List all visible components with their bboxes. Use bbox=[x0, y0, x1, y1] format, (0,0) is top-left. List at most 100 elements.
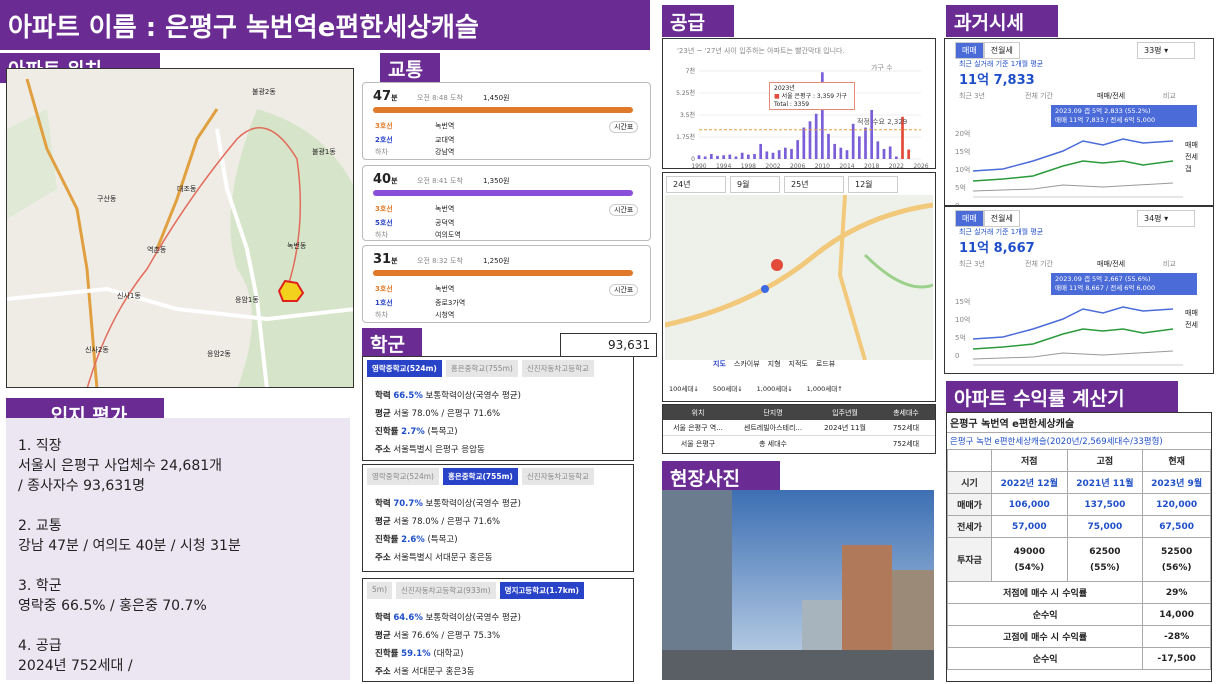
supply-bar[interactable] bbox=[728, 154, 732, 159]
supply-bar[interactable] bbox=[839, 147, 843, 159]
price-tab-sale[interactable]: 매매 bbox=[955, 42, 984, 59]
price-tab-sale[interactable]: 매매 bbox=[955, 210, 984, 227]
tooltip-line: ■ 서울 은평구 : 3,359 가구 bbox=[774, 93, 848, 100]
supply-bar[interactable] bbox=[777, 150, 781, 159]
map-tab[interactable]: 지형 bbox=[768, 359, 781, 369]
supply-bar[interactable] bbox=[759, 143, 763, 159]
page-title-text: 아파트 이름 : 은평구 녹번역e편한세상캐슬 bbox=[8, 12, 479, 43]
school-tab[interactable]: 신진자동차고등학교 bbox=[521, 468, 594, 485]
supply-bar[interactable] bbox=[894, 156, 898, 159]
map-tab[interactable]: 지도 bbox=[713, 359, 726, 369]
filter-from-month[interactable]: 9월 bbox=[730, 176, 780, 193]
school-tab[interactable]: 홍은중학교(755m) bbox=[445, 360, 518, 377]
eval-line: 1. 직장 bbox=[18, 438, 62, 454]
supply-bar[interactable] bbox=[827, 133, 830, 159]
supply-bar[interactable] bbox=[703, 156, 707, 159]
supply-bar[interactable] bbox=[857, 136, 861, 159]
supply-bar[interactable] bbox=[833, 143, 837, 159]
school-tab[interactable]: 영락중학교(524m) bbox=[367, 360, 442, 377]
price-tab-rent[interactable]: 전월세 bbox=[983, 42, 1020, 59]
school-tab[interactable]: 홍은중학교(755m) bbox=[442, 468, 518, 485]
supply-bar[interactable] bbox=[802, 127, 806, 159]
period-tab[interactable]: 전체 기간 bbox=[1025, 259, 1053, 269]
supply-bar[interactable] bbox=[765, 151, 769, 159]
past-price-header: 과거시세 bbox=[946, 5, 1058, 37]
table-row[interactable]: 서울 은평구 역... 센트레빌아스테리... 2024년 11월 752세대 bbox=[663, 420, 935, 436]
size-select[interactable]: 33평 ▾ bbox=[1137, 42, 1195, 59]
mode-tab[interactable]: 비교 bbox=[1163, 259, 1176, 269]
supply-bar[interactable] bbox=[722, 155, 726, 159]
tooltip-total: Total : 3359 bbox=[774, 101, 810, 108]
transport-header: 교통 bbox=[380, 53, 440, 83]
mode-tab[interactable]: 비교 bbox=[1163, 91, 1176, 101]
legend-item: 1,000세대↓ bbox=[756, 385, 793, 393]
supply-bar[interactable] bbox=[851, 123, 855, 159]
size-select[interactable]: 34평 ▾ bbox=[1137, 210, 1195, 227]
school-tab[interactable]: 명지고등학교(1.7km) bbox=[499, 582, 584, 599]
route-card[interactable]: 47분 오전 8:48 도착 1,450원 3호선 녹번역 시간표 2호선 교대… bbox=[362, 82, 651, 160]
map-tab[interactable]: 로드뷰 bbox=[816, 359, 835, 369]
route-stop1: 녹번역 bbox=[435, 122, 455, 130]
school-rate: 학력 70.7% 보통학력이상(국영수 평균) bbox=[375, 499, 521, 509]
filter-to-month[interactable]: 12월 bbox=[848, 176, 898, 193]
supply-bar[interactable] bbox=[864, 127, 867, 159]
school-tab[interactable]: 5m) bbox=[367, 582, 393, 599]
school-tab[interactable]: 영락중학교(524m) bbox=[367, 468, 439, 485]
x-tick-label: 2006 bbox=[790, 163, 805, 169]
supply-bar[interactable] bbox=[814, 113, 818, 159]
supply-table-head: 위치 단지명 입주년월 총세대수 bbox=[663, 405, 935, 420]
supply-bar[interactable] bbox=[845, 150, 849, 159]
price-legend: 매매 전세 bbox=[1185, 309, 1198, 329]
supply-chart[interactable]: 0 1.75천 3.5천 5.25천 7천 1990 1994 1998 2002 2006 201… bbox=[663, 53, 936, 169]
period-tab[interactable]: 최근 3년 bbox=[959, 259, 985, 269]
supply-bar[interactable] bbox=[740, 152, 744, 159]
evaluation-box: 1. 직장 서울시 은평구 사업체수 24,681개 / 종사자수 93,631… bbox=[6, 418, 350, 680]
filter-from-year[interactable]: 24년 bbox=[666, 176, 726, 193]
supply-bar[interactable] bbox=[697, 155, 701, 159]
price-chart[interactable] bbox=[973, 289, 1183, 367]
school-tab[interactable]: 신진자동차고등학교 bbox=[521, 360, 594, 377]
location-map[interactable]: 불광2동 구산동 역촌동 녹번동 응암1동 신사1동 신사2동 응암2동 불광1… bbox=[6, 68, 354, 388]
school-tab[interactable]: 신진자동차고등학교(933m) bbox=[396, 582, 496, 599]
supply-bar[interactable] bbox=[771, 152, 775, 159]
map-tab[interactable]: 스카이뷰 bbox=[734, 359, 760, 369]
route-card[interactable]: 40분 오전 8:41 도착 1,350원 3호선 녹번역 시간표 5호선 공덕… bbox=[362, 165, 651, 241]
calc-row-period: 시기 2022년 12월 2021년 11월 2023년 9월 bbox=[947, 471, 1211, 494]
site-photo-image bbox=[662, 490, 934, 680]
period-tab[interactable]: 최근 3년 bbox=[959, 91, 985, 101]
supply-bar[interactable] bbox=[716, 155, 719, 159]
mode-tab[interactable]: 매매/전세 bbox=[1097, 91, 1125, 101]
route-duration: 31분 bbox=[373, 252, 398, 267]
supply-bar[interactable] bbox=[746, 154, 750, 159]
price-chart[interactable] bbox=[973, 121, 1183, 199]
price-label: 최근 실거래 기준 1개월 평균 bbox=[959, 228, 1044, 236]
supply-bar[interactable] bbox=[790, 148, 793, 159]
supply-map[interactable] bbox=[665, 195, 933, 360]
supply-bar[interactable] bbox=[753, 153, 756, 159]
map-label: 불광1동 bbox=[312, 148, 336, 156]
route-card[interactable]: 31분 오전 8:32 도착 1,250원 3호선 녹번역 시간표 1호선 종로… bbox=[362, 245, 651, 323]
route-timetable-button[interactable]: 시간표 bbox=[609, 284, 639, 296]
supply-bar[interactable] bbox=[876, 141, 880, 159]
supply-bar[interactable] bbox=[709, 153, 713, 159]
map-tab[interactable]: 지적도 bbox=[789, 359, 808, 369]
route-timetable-button[interactable]: 시간표 bbox=[609, 121, 639, 133]
supply-bar[interactable] bbox=[907, 149, 911, 159]
site-photo-header-text: 현장사진 bbox=[670, 467, 740, 490]
price-panel: 매매 전월세 34평 ▾ 최근 실거래 기준 1개월 평균 11억 8,667 … bbox=[944, 206, 1214, 374]
supply-bar[interactable] bbox=[888, 146, 892, 159]
filter-to-year[interactable]: 25년 bbox=[784, 176, 844, 193]
supply-bar[interactable] bbox=[882, 148, 886, 159]
supply-bar[interactable] bbox=[783, 147, 787, 159]
school-advance: 진학률 2.7% (특목고) bbox=[375, 427, 458, 437]
route-fare: 1,250원 bbox=[483, 257, 510, 265]
supply-bar[interactable] bbox=[796, 140, 800, 159]
price-tab-rent[interactable]: 전월세 bbox=[983, 210, 1020, 227]
mode-tab[interactable]: 매매/전세 bbox=[1097, 259, 1125, 269]
period-tab[interactable]: 전체 기간 bbox=[1025, 91, 1053, 101]
eval-line: 강남 47분 / 여의도 40분 / 시청 31분 bbox=[18, 538, 241, 554]
calculator-header-text: 아파트 수익률 계산기 bbox=[954, 387, 1125, 410]
route-timetable-button[interactable]: 시간표 bbox=[609, 204, 639, 216]
supply-bar[interactable] bbox=[734, 156, 738, 159]
supply-bar[interactable] bbox=[808, 121, 812, 159]
